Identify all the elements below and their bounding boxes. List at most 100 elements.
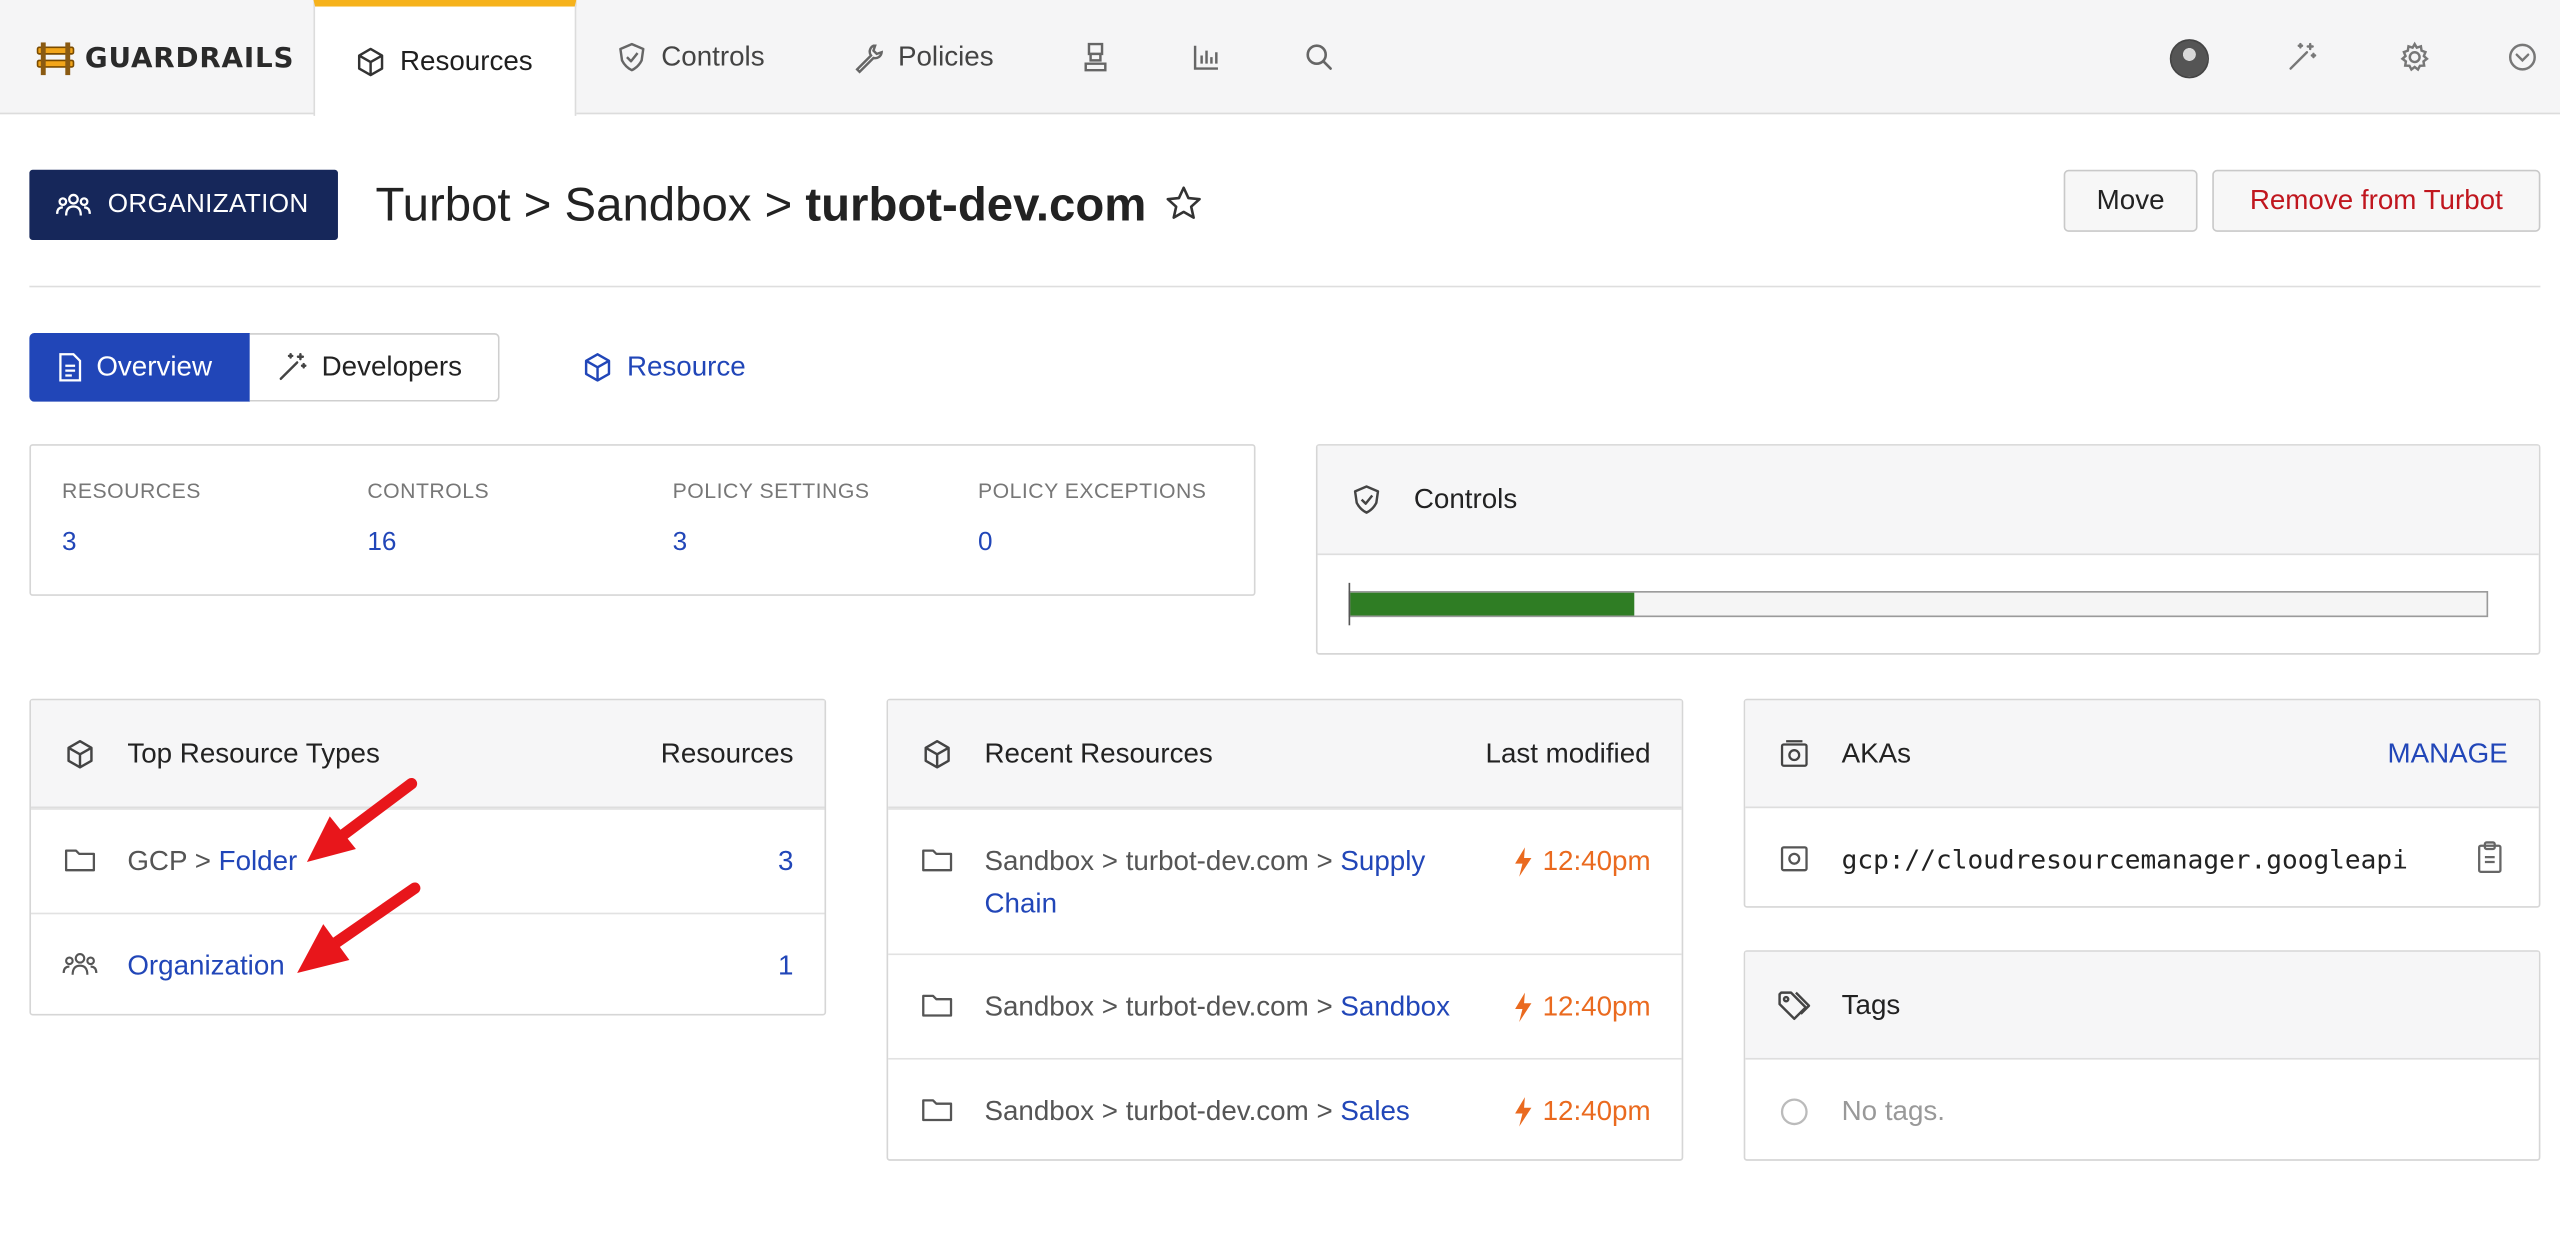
resource-count[interactable]: 1	[778, 945, 793, 987]
avatar[interactable]	[2169, 39, 2209, 79]
aka-row: gcp://cloudresourcemanager.googleapi	[1745, 808, 2538, 908]
akas-card: AKAs MANAGE gcp://cloudresourcemanager.g…	[1743, 698, 2541, 908]
tab-policies[interactable]: Policies	[813, 0, 1033, 114]
brand-logo[interactable]: GUARDRAILS	[36, 36, 294, 82]
search-icon[interactable]	[1301, 39, 1337, 75]
aka-value[interactable]: gcp://cloudresourcemanager.googleapi	[1842, 839, 2446, 881]
tab-resource[interactable]: Resource	[555, 333, 767, 402]
card-header: Controls	[1317, 445, 2539, 556]
tab-overview[interactable]: Overview	[29, 333, 250, 402]
stat-value[interactable]: 16	[367, 529, 489, 558]
card-title: Controls	[1413, 483, 1518, 515]
tag-icon	[1776, 988, 1812, 1024]
stat-policy-settings[interactable]: POLICY SETTINGS 3	[673, 478, 870, 558]
tags-card: Tags No tags.	[1743, 950, 2541, 1161]
column-header: Last modified	[1485, 737, 1651, 769]
stat-controls[interactable]: CONTROLS 16	[367, 478, 489, 558]
stat-resources[interactable]: RESOURCES 3	[62, 478, 201, 558]
resource-path: Sandbox > turbot-dev.com >	[984, 1095, 1341, 1127]
shield-check-icon	[616, 41, 649, 74]
folder-icon	[62, 842, 98, 878]
card-header: Recent Resources Last modified	[888, 700, 1682, 809]
aka-id-icon	[1776, 736, 1812, 772]
card-title: Recent Resources	[984, 737, 1213, 769]
resource-path: Sandbox > turbot-dev.com >	[984, 991, 1341, 1023]
timestamp: 12:40pm	[1542, 845, 1651, 877]
annotation-arrow	[297, 882, 421, 974]
tab-resources[interactable]: Resources	[313, 0, 577, 116]
shield-check-icon	[1349, 482, 1385, 518]
folder-icon	[919, 988, 955, 1024]
timestamp: 12:40pm	[1542, 991, 1651, 1023]
empty-circle-icon	[1776, 1094, 1812, 1130]
brand-name: GUARDRAILS	[84, 42, 295, 76]
last-modified: 12:40pm	[1513, 986, 1651, 1028]
timestamp: 12:40pm	[1542, 1095, 1651, 1127]
move-button[interactable]: Move	[2063, 169, 2198, 232]
tab-label: Policies	[897, 40, 994, 72]
tags-empty-row: No tags.	[1745, 1060, 2538, 1161]
resource-title: turbot-dev.com	[805, 178, 1147, 232]
stat-value[interactable]: 3	[62, 529, 201, 558]
magic-wand-icon	[276, 351, 309, 384]
cube-icon	[62, 736, 98, 772]
lightning-icon	[1513, 1097, 1533, 1127]
tab-controls[interactable]: Controls	[576, 0, 803, 114]
gear-icon[interactable]	[2397, 39, 2433, 75]
tab-label: Developers	[321, 351, 463, 383]
card-title: Top Resource Types	[127, 737, 380, 769]
bar-marker	[1348, 582, 1351, 626]
reports-icon[interactable]	[1078, 39, 1114, 75]
aka-id-icon	[1776, 841, 1812, 877]
cube-icon	[919, 736, 955, 772]
resource-type-badge: ORGANIZATION	[29, 169, 338, 240]
stat-value[interactable]: 0	[978, 529, 1207, 558]
tab-label: Resource	[626, 351, 746, 383]
controls-summary-card: Controls	[1315, 444, 2541, 655]
stat-label: RESOURCES	[62, 478, 201, 503]
stat-policy-exceptions[interactable]: POLICY EXCEPTIONS 0	[978, 478, 1207, 558]
resource-type-link[interactable]: Organization	[127, 950, 284, 981]
chevron-down-circle-icon[interactable]	[2504, 39, 2540, 75]
empty-message: No tags.	[1841, 1095, 1945, 1127]
annotation-arrow	[306, 777, 418, 863]
folder-icon	[919, 842, 955, 878]
tab-label: Resources	[399, 44, 533, 76]
magic-wand-icon[interactable]	[2284, 39, 2320, 75]
breadcrumb[interactable]: Turbot > Sandbox >	[376, 179, 793, 233]
tab-label: Overview	[96, 351, 213, 383]
remove-from-turbot-button[interactable]: Remove from Turbot	[2212, 169, 2541, 232]
controls-state-bar[interactable]	[1348, 591, 2489, 618]
cube-icon	[354, 45, 387, 78]
stat-value[interactable]: 3	[673, 529, 870, 558]
list-item[interactable]: Sandbox > turbot-dev.com > Supply Chain …	[888, 808, 1682, 953]
resource-link[interactable]: Sales	[1340, 1096, 1409, 1127]
stat-label: POLICY EXCEPTIONS	[977, 478, 1207, 503]
stat-label: CONTROLS	[367, 478, 490, 503]
document-icon	[57, 353, 83, 382]
people-group-icon	[55, 190, 92, 219]
cube-icon	[581, 351, 614, 384]
manage-akas-link[interactable]: MANAGE	[2387, 738, 2507, 771]
list-item[interactable]: Sandbox > turbot-dev.com > Sales 12:40pm	[888, 1057, 1682, 1161]
card-header: AKAs MANAGE	[1745, 700, 2539, 809]
divider	[29, 285, 2541, 288]
resource-count[interactable]: 3	[778, 841, 793, 883]
card-title: AKAs	[1841, 737, 1912, 769]
page-title: Turbot > Sandbox > turbot-dev.com	[376, 173, 1147, 238]
lightning-icon	[1513, 992, 1533, 1023]
card-header: Tags	[1745, 951, 2539, 1060]
resource-type-prefix: GCP >	[127, 845, 219, 877]
column-header: Resources	[660, 737, 794, 769]
chart-icon[interactable]	[1189, 39, 1225, 75]
badge-label: ORGANIZATION	[107, 190, 309, 218]
list-item[interactable]: Sandbox > turbot-dev.com > Sandbox 12:40…	[888, 953, 1682, 1057]
tab-label: Controls	[661, 40, 765, 72]
summary-stats-card: RESOURCES 3 CONTROLS 16 POLICY SETTINGS …	[29, 444, 1256, 596]
star-icon[interactable]	[1162, 183, 1204, 225]
tab-developers[interactable]: Developers	[249, 333, 500, 402]
resource-link[interactable]: Sandbox	[1340, 991, 1450, 1022]
recent-resources-card: Recent Resources Last modified Sandbox >…	[886, 698, 1684, 1161]
controls-ok-segment[interactable]	[1350, 592, 1635, 616]
clipboard-copy-icon[interactable]	[2477, 841, 2503, 874]
